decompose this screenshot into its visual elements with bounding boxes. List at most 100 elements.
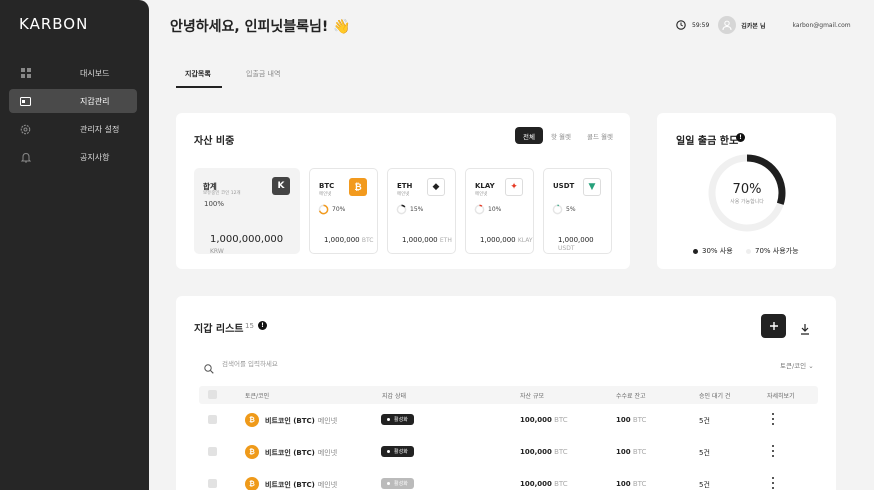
asset-card-klay[interactable]: KLAY 메인넷 ✦ 10% 1,000,000 KLAY [465, 168, 534, 254]
column-header: 자산 규모 [520, 393, 544, 400]
filter-hot-wallet-button[interactable]: 핫 월렛 [543, 127, 579, 144]
table-row[interactable]: ₿ 비트코인 (BTC) 메인넷 활성화 100,000 BTC 100 BTC … [199, 437, 818, 467]
ratio-ring [552, 204, 563, 215]
coin-symbol: USDT [553, 182, 575, 190]
filter-all-button[interactable]: 전체 [515, 127, 543, 144]
column-header: 토큰/코인 [245, 393, 270, 400]
bitcoin-icon: ₿ [349, 178, 367, 196]
coin-percent: 70% [332, 206, 346, 213]
ring-track [552, 204, 563, 215]
chevron-down-icon: ⌄ [808, 362, 814, 370]
status-badge: 활성화 [381, 446, 414, 457]
gear-icon [20, 124, 31, 135]
select-all-checkbox[interactable] [208, 390, 217, 399]
coin-symbol: ETH [397, 182, 413, 190]
coin-percent: 5% [566, 206, 576, 213]
page-greeting: 안녕하세요, 인피닛블록님! 👋 [170, 19, 351, 35]
coin-percent: 10% [488, 206, 502, 213]
table-row[interactable]: ₿ 비트코인 (BTC) 메인넷 활성화 100,000 BTC 100 BTC … [199, 469, 818, 490]
asset-card-btc[interactable]: BTC 메인넷 ₿ 70% 1,000,000 BTC [309, 168, 378, 254]
sidebar-item-label: 지갑관리 [80, 96, 110, 106]
asset-card-eth[interactable]: ETH 메인넷 ◆ 15% 1,000,000 ETH [387, 168, 456, 254]
fee-balance: 100 BTC [616, 448, 647, 456]
coin-ratio: 15% [396, 204, 423, 215]
daily-limit-title: 일일 출금 한도 [676, 136, 739, 147]
bitcoin-icon: ₿ [245, 445, 259, 459]
coin-ratio: 10% [474, 204, 501, 215]
tab-transactions[interactable]: 입출금 내역 [246, 69, 280, 79]
daily-limit-percent: 70% [732, 182, 762, 197]
wallet-count: 15 [245, 322, 254, 330]
clock-icon [676, 20, 686, 30]
coin-symbol: BTC [319, 182, 335, 190]
coin-symbol: KLAY [475, 182, 495, 190]
legend-available: 70% 사용가능 [746, 246, 799, 256]
wallet-type-filter: 전체 핫 월렛 콜드 월렛 [515, 127, 621, 144]
total-percent: 100% [204, 200, 225, 208]
total-amount: 1,000,000,000 KRW [210, 234, 284, 255]
session-timer: 59:59 [692, 21, 710, 29]
row-checkbox[interactable] [208, 447, 217, 456]
sidebar-item-label: 공지사항 [80, 152, 110, 162]
tether-icon: ▼ [583, 178, 601, 196]
asset-size: 100,000 BTC [520, 416, 568, 424]
column-header: 수수료 잔고 [616, 393, 646, 400]
column-header: 지갑 상태 [382, 393, 406, 400]
coin-network: 메인넷 [319, 192, 332, 197]
more-options-icon[interactable] [771, 413, 775, 425]
ratio-ring [318, 204, 329, 215]
sidebar-item-notices[interactable]: 공지사항 [9, 145, 137, 169]
sidebar-item-dashboard[interactable]: 대시보드 [9, 61, 137, 85]
ethereum-icon: ◆ [427, 178, 445, 196]
bitcoin-icon: ₿ [245, 477, 259, 490]
tab-wallet-list[interactable]: 지갑목록 [185, 69, 211, 79]
column-header: 승인 대기 건 [699, 393, 731, 400]
coin-ratio: 5% [552, 204, 576, 215]
user-icon [722, 20, 732, 31]
coin-network: 메인넷 [475, 192, 488, 197]
coin-amount: 1,000,000 BTC [324, 236, 374, 244]
coin-amount: 1,000,000 KLAY [480, 236, 533, 244]
krw-icon: K [272, 177, 290, 195]
coin-percent: 15% [410, 206, 424, 213]
total-sub: 보유중인 코인 12개 [203, 191, 241, 196]
table-row[interactable]: ₿ 비트코인 (BTC) 메인넷 활성화 100,000 BTC 100 BTC … [199, 405, 818, 435]
sidebar-item-label: 관리자 설정 [80, 124, 120, 134]
search-input[interactable] [222, 357, 622, 371]
karbon-logo[interactable]: KARBON [19, 15, 88, 33]
row-checkbox[interactable] [208, 479, 217, 488]
header-user-area: 59:59 김카본 님 karbon@gmail.com [676, 16, 851, 34]
column-header: 자세히보기 [767, 393, 795, 400]
klaytn-icon: ✦ [505, 178, 523, 196]
avatar[interactable] [718, 16, 737, 34]
ring-fill [401, 204, 406, 208]
token-name: 비트코인 (BTC) 메인넷 [265, 481, 338, 489]
legend-dot-available [746, 248, 751, 254]
daily-limit-sub: 사용 가능합니다 [730, 199, 764, 205]
legend-used: 30% 사용 [693, 246, 733, 256]
coin-amount: 1,000,000 USDT [558, 236, 594, 252]
download-icon[interactable] [800, 320, 810, 335]
search-icon [204, 359, 214, 374]
token-filter-dropdown[interactable]: 토큰/코인 ⌄ [780, 360, 814, 370]
sidebar-item-admin-settings[interactable]: 관리자 설정 [9, 117, 137, 141]
ratio-ring [396, 204, 407, 215]
user-name[interactable]: 김카본 님 [741, 21, 765, 30]
bitcoin-icon: ₿ [245, 413, 259, 427]
coin-network: 메인넷 [397, 192, 410, 197]
info-icon[interactable]: ! [258, 321, 267, 330]
more-options-icon[interactable] [771, 477, 775, 489]
sidebar-item-wallet[interactable]: 지갑관리 [9, 89, 137, 113]
fee-balance: 100 BTC [616, 416, 647, 424]
row-checkbox[interactable] [208, 415, 217, 424]
more-options-icon[interactable] [771, 445, 775, 457]
asset-card-usdt[interactable]: USDT ▼ 5% 1,000,000 USDT [543, 168, 612, 254]
pending-count: 5건 [699, 481, 710, 489]
status-badge: 활성화 [381, 414, 414, 425]
asset-ratio-title: 자산 비중 [194, 136, 235, 147]
add-wallet-button[interactable] [761, 314, 786, 338]
info-icon[interactable]: ! [736, 133, 745, 142]
filter-cold-wallet-button[interactable]: 콜드 월렛 [579, 127, 621, 144]
token-name: 비트코인 (BTC) 메인넷 [265, 449, 338, 457]
coin-ratio: 70% [318, 204, 345, 215]
